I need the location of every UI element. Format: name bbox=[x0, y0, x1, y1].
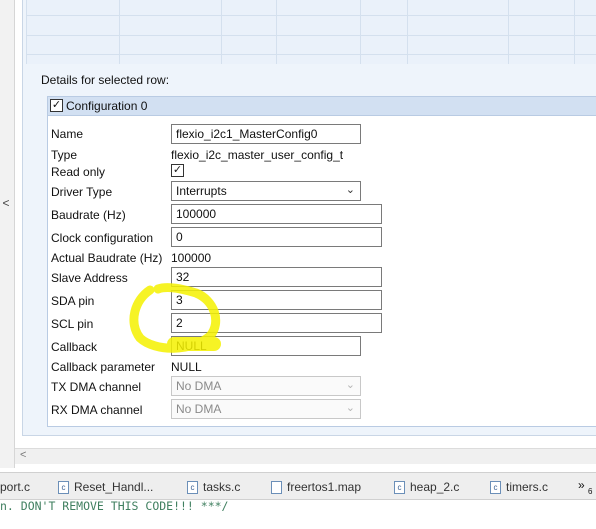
tab-tasks-c[interactable]: tasks.c bbox=[203, 480, 240, 494]
rx-dma-channel-value: No DMA bbox=[176, 402, 222, 416]
c-file-icon: c bbox=[58, 481, 69, 494]
rx-dma-channel-label: RX DMA channel bbox=[51, 403, 143, 417]
chevron-down-icon: ⌄ bbox=[345, 402, 355, 414]
slave-address-input[interactable]: 32 bbox=[171, 267, 382, 287]
name-input[interactable]: flexio_i2c1_MasterConfig0 bbox=[171, 124, 361, 144]
chevron-down-icon: ⌄ bbox=[345, 379, 355, 391]
driver-type-label: Driver Type bbox=[51, 185, 113, 199]
scl-pin-input[interactable]: 2 bbox=[171, 313, 382, 333]
sda-pin-label: SDA pin bbox=[51, 294, 95, 308]
tab-overflow-count: 6 bbox=[588, 487, 593, 496]
tab-heap-2-c[interactable]: heap_2.c bbox=[410, 480, 459, 494]
horizontal-scrollbar[interactable] bbox=[15, 448, 596, 464]
callback-label: Callback bbox=[51, 340, 98, 354]
slave-address-label: Slave Address bbox=[51, 271, 128, 285]
callback-parameter-label: Callback parameter bbox=[51, 360, 156, 374]
scroll-left-icon[interactable]: < bbox=[20, 449, 26, 461]
file-icon bbox=[271, 481, 282, 494]
code-line: n. DON'T REMOVE THIS CODE!!! ***/ bbox=[0, 499, 229, 513]
tab-port-c[interactable]: port.c bbox=[0, 480, 30, 494]
c-file-icon: c bbox=[490, 481, 501, 494]
type-label: Type bbox=[51, 148, 78, 162]
tx-dma-channel-select: No DMA ⌄ bbox=[171, 376, 361, 396]
left-collapsed-panel bbox=[0, 0, 15, 468]
baudrate-label: Baudrate (Hz) bbox=[51, 208, 126, 222]
tab-reset-handler[interactable]: Reset_Handl... bbox=[74, 480, 153, 494]
tab-timers-c[interactable]: timers.c bbox=[506, 480, 548, 494]
scl-pin-label: SCL pin bbox=[51, 317, 94, 331]
tx-dma-channel-label: TX DMA channel bbox=[51, 380, 142, 394]
actual-baudrate-value: 100000 bbox=[171, 251, 212, 265]
configuration-group-title: Configuration 0 bbox=[66, 99, 148, 113]
collapse-left-icon[interactable]: < bbox=[0, 196, 12, 210]
callback-parameter-value: NULL bbox=[171, 360, 202, 374]
c-file-icon: c bbox=[394, 481, 405, 494]
tx-dma-channel-value: No DMA bbox=[176, 379, 222, 393]
sda-pin-input[interactable]: 3 bbox=[171, 290, 382, 310]
chevron-down-icon: ⌄ bbox=[345, 184, 355, 196]
clock-configuration-label: Clock configuration bbox=[51, 231, 154, 245]
driver-type-select[interactable]: Interrupts ⌄ bbox=[171, 181, 361, 201]
baudrate-input[interactable]: 100000 bbox=[171, 204, 382, 224]
c-file-icon: c bbox=[187, 481, 198, 494]
name-label: Name bbox=[51, 127, 84, 141]
clock-configuration-input[interactable]: 0 bbox=[171, 227, 382, 247]
read-only-label: Read only bbox=[51, 165, 106, 179]
driver-type-value: Interrupts bbox=[176, 184, 227, 198]
configuration-table bbox=[26, 0, 596, 64]
rx-dma-channel-select: No DMA ⌄ bbox=[171, 399, 361, 419]
configuration-enable-checkbox[interactable]: ✓ bbox=[50, 99, 63, 112]
read-only-checkbox[interactable]: ✓ bbox=[171, 164, 184, 177]
details-label: Details for selected row: bbox=[41, 73, 170, 87]
tab-freertos1-map[interactable]: freertos1.map bbox=[287, 480, 361, 494]
callback-input[interactable]: NULL bbox=[171, 336, 361, 356]
tab-overflow-button[interactable]: » bbox=[578, 478, 585, 492]
actual-baudrate-label: Actual Baudrate (Hz) bbox=[51, 251, 163, 265]
type-value: flexio_i2c_master_user_config_t bbox=[171, 148, 344, 162]
